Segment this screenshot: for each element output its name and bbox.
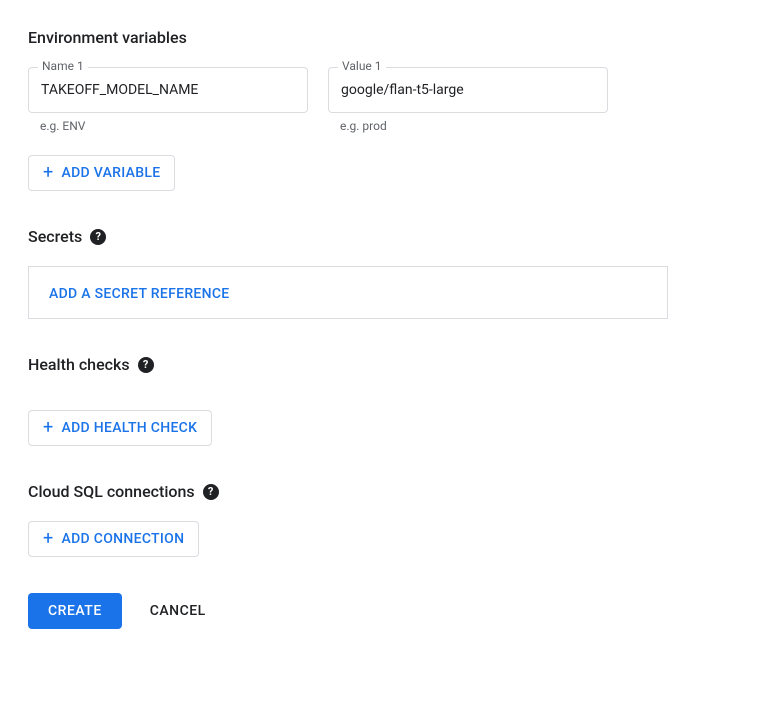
cancel-button[interactable]: CANCEL	[150, 603, 206, 619]
secrets-title: Secrets	[28, 227, 82, 246]
secrets-box: ADD A SECRET REFERENCE	[28, 266, 668, 319]
env-var-value-label: Value 1	[338, 60, 386, 72]
plus-icon: +	[43, 419, 54, 437]
env-vars-title: Environment variables	[28, 28, 748, 47]
env-var-value-input[interactable]	[328, 67, 608, 113]
env-var-name-hint: e.g. ENV	[28, 119, 308, 133]
env-var-name-input[interactable]	[28, 67, 308, 113]
add-health-check-label: ADD HEALTH CHECK	[62, 420, 198, 436]
secrets-title-row: Secrets ?	[28, 227, 748, 246]
env-var-name-field: Name 1 e.g. ENV	[28, 67, 308, 133]
add-connection-button[interactable]: + ADD CONNECTION	[28, 521, 199, 557]
sql-title-row: Cloud SQL connections ?	[28, 482, 748, 501]
add-variable-button[interactable]: + ADD VARIABLE	[28, 155, 175, 191]
env-var-value-field: Value 1 e.g. prod	[328, 67, 608, 133]
help-icon[interactable]: ?	[90, 229, 106, 245]
cloud-sql-title: Cloud SQL connections	[28, 482, 195, 501]
plus-icon: +	[43, 530, 54, 548]
add-secret-button[interactable]: ADD A SECRET REFERENCE	[49, 286, 230, 302]
help-icon[interactable]: ?	[203, 484, 219, 500]
health-checks-section: Health checks ? + ADD HEALTH CHECK	[28, 355, 748, 446]
help-icon[interactable]: ?	[138, 357, 154, 373]
footer-actions: CREATE CANCEL	[28, 593, 748, 629]
health-checks-title: Health checks	[28, 355, 130, 374]
add-health-check-button[interactable]: + ADD HEALTH CHECK	[28, 410, 212, 446]
env-var-row: Name 1 e.g. ENV Value 1 e.g. prod	[28, 67, 748, 133]
create-button[interactable]: CREATE	[28, 593, 122, 629]
add-connection-label: ADD CONNECTION	[62, 531, 185, 547]
plus-icon: +	[43, 164, 54, 182]
env-var-value-hint: e.g. prod	[328, 119, 608, 133]
env-var-name-label: Name 1	[38, 60, 88, 72]
add-variable-label: ADD VARIABLE	[62, 165, 161, 181]
env-vars-section: Environment variables Name 1 e.g. ENV Va…	[28, 28, 748, 191]
health-title-row: Health checks ?	[28, 355, 748, 374]
cloud-sql-section: Cloud SQL connections ? + ADD CONNECTION	[28, 482, 748, 557]
secrets-section: Secrets ? ADD A SECRET REFERENCE	[28, 227, 748, 319]
